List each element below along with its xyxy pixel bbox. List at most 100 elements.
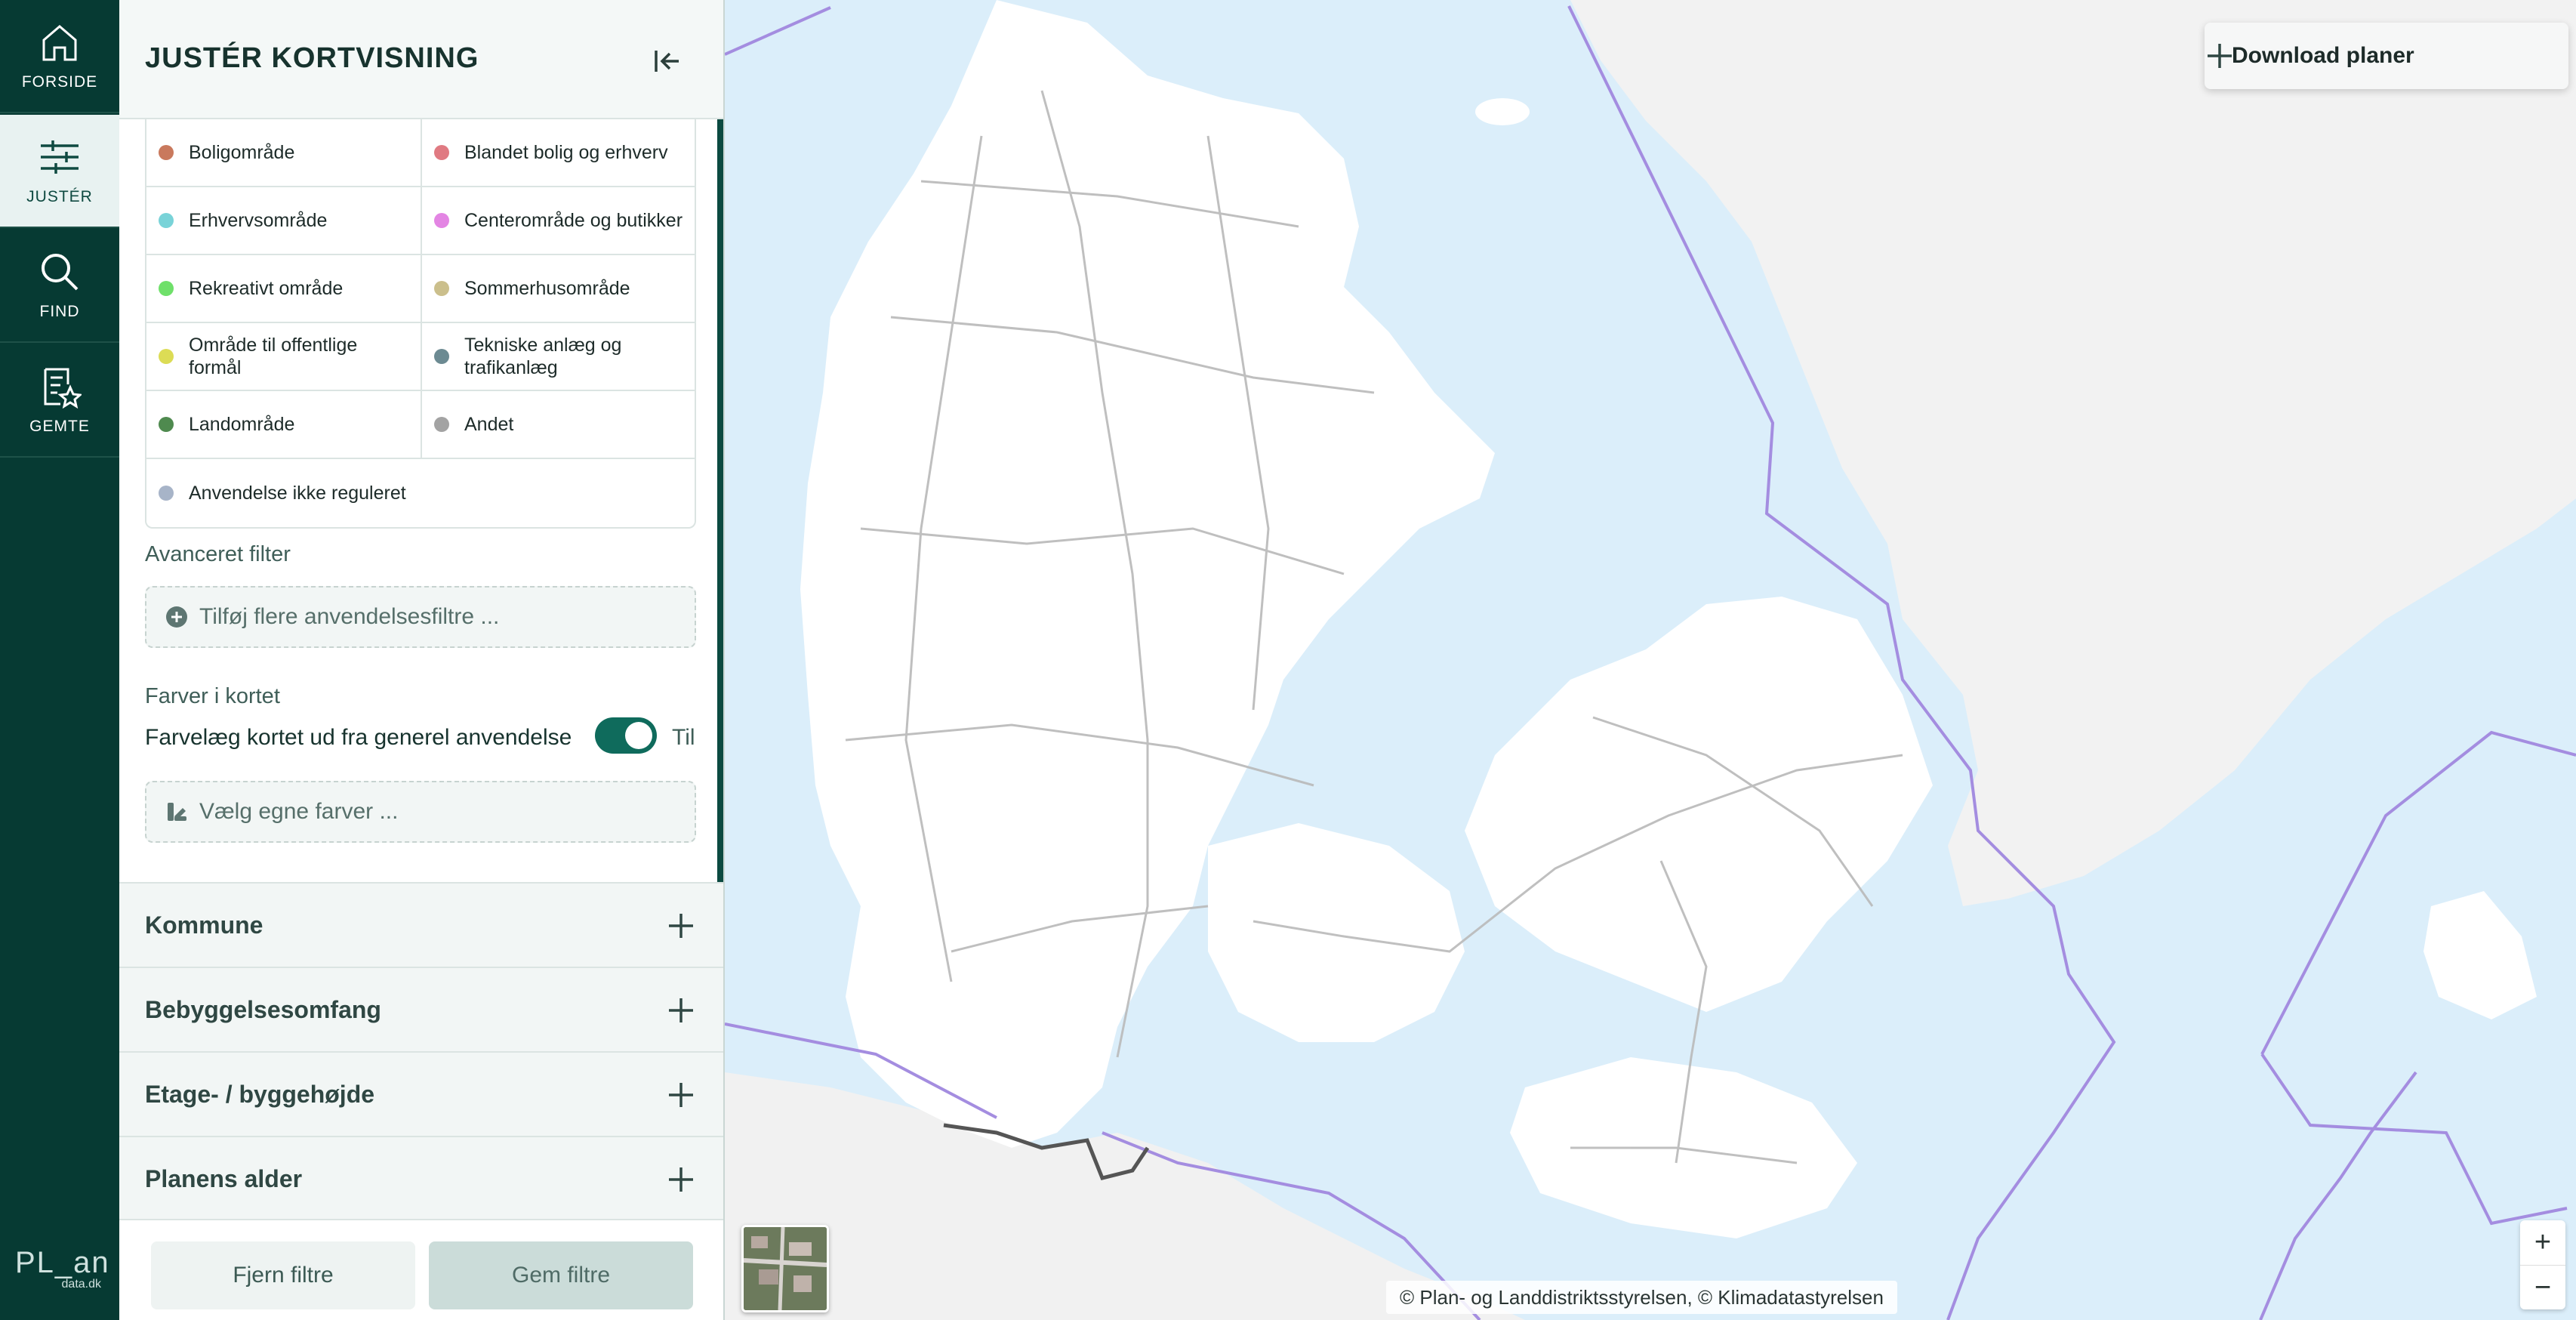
panel-footer: Fjern filtre Gem filtre	[119, 1219, 723, 1320]
advanced-filter-heading: Avanceret filter	[145, 542, 291, 566]
saved-list-icon	[44, 368, 82, 409]
legend-label: Rekreativt område	[189, 278, 344, 299]
legend-item-centeromrade[interactable]: Centerområde og butikker	[421, 187, 695, 254]
remove-filters-button[interactable]: Fjern filtre	[151, 1241, 415, 1309]
zoom-in-button[interactable]: +	[2520, 1220, 2565, 1265]
save-filters-button[interactable]: Gem filtre	[429, 1241, 693, 1309]
legend-label: Sommerhusområde	[464, 278, 630, 299]
legend-label: Andet	[464, 414, 514, 435]
legend-item-tekniske-anlaeg[interactable]: Tekniske anlæg og trafikanlæg	[421, 323, 695, 390]
accordion-label: Planens alder	[145, 1164, 303, 1192]
map-view[interactable]: Download planer © Plan- og Landdistrikts…	[725, 0, 2576, 1320]
search-icon	[42, 254, 79, 291]
download-plans-label: Download planer	[2232, 43, 2414, 68]
toggle-knob	[625, 722, 652, 749]
legend-label: Erhvervsområde	[189, 210, 328, 231]
accordion-label: Etage- / byggehøjde	[145, 1080, 375, 1108]
accordion-label: Bebyggelsesomfang	[145, 995, 381, 1023]
legend-label: Blandet bolig og erhverv	[464, 142, 668, 163]
legend-color-dot	[159, 281, 174, 296]
choose-colors-button[interactable]: Vælg egne farver ...	[145, 781, 696, 843]
zoom-controls: + −	[2520, 1220, 2565, 1309]
legend-row: Område til offentlige formål Tekniske an…	[146, 323, 695, 391]
legend-row: Landområde Andet	[146, 391, 695, 459]
legend-item-ikke-reguleret[interactable]: Anvendelse ikke reguleret	[146, 459, 695, 527]
legend-item-sommerhus[interactable]: Sommerhusområde	[421, 255, 695, 322]
legend-label: Tekniske anlæg og trafikanlæg	[464, 335, 622, 378]
plus-icon	[669, 1167, 693, 1192]
land-bornholm	[2423, 891, 2537, 1019]
legend-color-dot	[434, 213, 449, 228]
plus-icon	[669, 914, 693, 938]
basemap-switcher[interactable]	[741, 1225, 829, 1312]
color-by-use-label: Farvelæg kortet ud fra generel anvendels…	[145, 725, 572, 750]
palette-icon	[168, 803, 186, 821]
home-icon	[42, 25, 77, 61]
legend-color-dot	[159, 349, 174, 364]
logo-text: PL_an	[15, 1246, 110, 1279]
nav-item-label: JUSTÉR	[26, 188, 93, 205]
collapse-left-icon	[655, 51, 679, 72]
nav-item-label: GEMTE	[29, 418, 90, 435]
land-island	[865, 814, 886, 847]
legend-row: Rekreativt område Sommerhusområde	[146, 255, 695, 323]
land-funen	[1208, 823, 1465, 1042]
panel-header: JUSTÉR KORTVISNING	[119, 0, 723, 119]
collapse-panel-button[interactable]	[648, 42, 686, 80]
legend-item-blandet-bolig[interactable]: Blandet bolig og erhverv	[421, 119, 695, 186]
add-use-filter-button[interactable]: Tilføj flere anvendelsesfiltre ...	[145, 586, 696, 648]
legend-color-dot	[434, 281, 449, 296]
legend-item-rekreativt[interactable]: Rekreativt område	[146, 255, 421, 322]
land-use-legend: Boligområde Blandet bolig og erhverv Erh…	[145, 119, 696, 529]
legend-label: Område til offentlige formål	[189, 335, 358, 378]
nav-item-gemte[interactable]: GEMTE	[0, 344, 119, 458]
nav-item-find[interactable]: FIND	[0, 230, 119, 343]
accordion-planens-alder[interactable]: Planens alder	[119, 1136, 723, 1220]
map-attribution: © Plan- og Landdistriktsstyrelsen, © Kli…	[1386, 1281, 1897, 1314]
choose-colors-label: Vælg egne farver ...	[199, 799, 399, 824]
legend-row: Boligområde Blandet bolig og erhverv	[146, 119, 695, 187]
panel-title: JUSTÉR KORTVISNING	[145, 42, 479, 74]
nav-item-label: FORSIDE	[21, 73, 98, 91]
zoom-out-button[interactable]: −	[2520, 1265, 2565, 1309]
land-island	[1475, 98, 1530, 125]
plandata-logo[interactable]: PL_an data.dk	[15, 1246, 110, 1297]
download-plans-button[interactable]: Download planer	[2205, 23, 2568, 89]
nav-rail: FORSIDE JUSTÉR FIND GEMTE PL_an data.dk	[0, 0, 119, 1320]
legend-color-dot	[434, 145, 449, 160]
plus-icon	[669, 1083, 693, 1107]
legend-row: Erhvervsområde Centerområde og butikker	[146, 187, 695, 255]
nav-item-forside[interactable]: FORSIDE	[0, 0, 119, 113]
legend-item-andet[interactable]: Andet	[421, 391, 695, 458]
color-by-use-toggle[interactable]	[595, 717, 657, 754]
panel-scroll-area[interactable]: Boligområde Blandet bolig og erhverv Erh…	[119, 119, 723, 882]
nav-item-juster[interactable]: JUSTÉR	[0, 115, 119, 228]
legend-color-dot	[159, 213, 174, 228]
accordion-etage-byggehojde[interactable]: Etage- / byggehøjde	[119, 1051, 723, 1136]
nav-item-label: FIND	[39, 303, 80, 320]
add-use-filter-label: Tilføj flere anvendelsesfiltre ...	[199, 604, 500, 629]
legend-row: Anvendelse ikke reguleret	[146, 459, 695, 527]
legend-item-landomrade[interactable]: Landområde	[146, 391, 421, 458]
legend-label: Centerområde og butikker	[464, 210, 683, 231]
legend-item-offentlige-formal[interactable]: Område til offentlige formål	[146, 323, 421, 390]
map-colors-heading: Farver i kortet	[145, 684, 280, 708]
plus-circle-icon	[166, 606, 187, 628]
accordion-bebyggelsesomfang[interactable]: Bebyggelsesomfang	[119, 967, 723, 1051]
adjust-panel: JUSTÉR KORTVISNING Boligområde Blandet b…	[119, 0, 725, 1320]
legend-color-dot	[159, 486, 174, 501]
scrollbar[interactable]	[717, 119, 723, 882]
legend-item-erhvervsomrade[interactable]: Erhvervsområde	[146, 187, 421, 254]
legend-label: Anvendelse ikke reguleret	[189, 483, 406, 504]
legend-label: Boligområde	[189, 142, 295, 163]
plus-icon	[669, 998, 693, 1022]
legend-item-boligomrade[interactable]: Boligområde	[146, 119, 421, 186]
legend-color-dot	[434, 349, 449, 364]
accordion-kommune[interactable]: Kommune	[119, 882, 723, 967]
legend-color-dot	[434, 417, 449, 432]
legend-color-dot	[159, 417, 174, 432]
legend-label: Landområde	[189, 414, 295, 435]
aerial-thumbnail-icon	[744, 1227, 827, 1310]
map-canvas[interactable]	[725, 0, 2576, 1320]
accordion-label: Kommune	[145, 911, 263, 939]
